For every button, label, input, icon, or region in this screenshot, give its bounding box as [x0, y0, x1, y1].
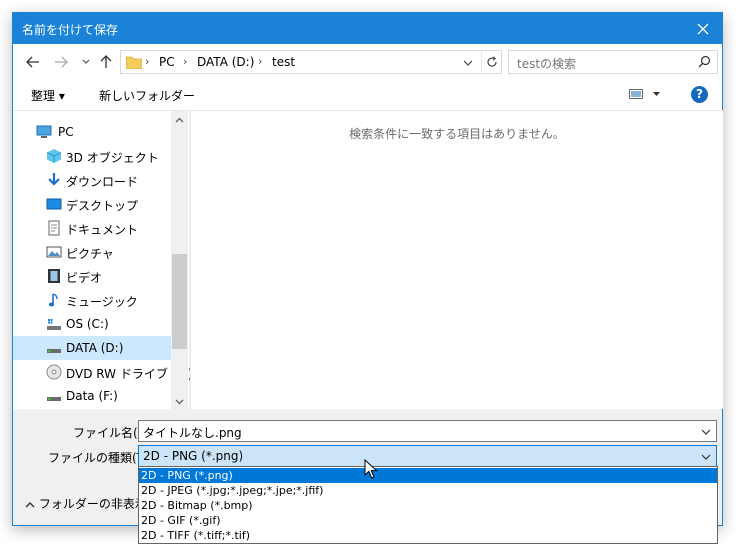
filename-input[interactable]: タイトルなし.png [143, 424, 242, 441]
filetype-option-png[interactable]: 2D - PNG (*.png) [139, 468, 717, 483]
refresh-icon [486, 56, 497, 67]
drive-icon [47, 349, 61, 353]
chevron-right-icon: › [145, 55, 150, 68]
file-list-pane[interactable]: 検索条件に一致する項目はありません。 [190, 110, 723, 409]
chevron-down-icon[interactable] [461, 56, 475, 70]
chevron-right-icon: › [258, 55, 263, 68]
change-view-button[interactable] [629, 88, 661, 103]
download-icon [48, 173, 60, 186]
filetype-option-jpeg[interactable]: 2D - JPEG (*.jpg;*.jpeg;*.jpe;*.jfif) [139, 483, 717, 498]
nav-item-label: ドキュメント [66, 223, 139, 237]
hide-folders-label: フォルダーの非表示 [38, 497, 147, 511]
breadcrumb-pc[interactable]: PC [159, 55, 175, 69]
navpane-scrollbar[interactable] [171, 111, 188, 410]
chevron-down-icon [175, 399, 184, 404]
breadcrumb-test[interactable]: test [272, 55, 295, 69]
close-icon [697, 23, 709, 34]
drive-icon [47, 397, 61, 401]
view-icon [629, 89, 660, 99]
nav-item-label: Data (F:) [66, 389, 118, 403]
mouse-cursor-icon [364, 459, 378, 479]
filename-combobox[interactable]: タイトルなし.png [138, 420, 717, 442]
filetype-option-tiff[interactable]: 2D - TIFF (*.tiff;*.tif) [139, 528, 717, 543]
chevron-right-icon: › [183, 55, 188, 68]
chevron-up-icon [25, 502, 35, 508]
scroll-thumb[interactable] [172, 254, 187, 349]
navigation-pane: PC 3D オブジェクト ダウンロード デスクトップ ドキュメント ピクチャ ビ… [13, 110, 193, 410]
filetype-select[interactable]: 2D - PNG (*.png) [138, 445, 717, 467]
scroll-up-button[interactable] [171, 111, 188, 128]
forward-button[interactable] [53, 54, 69, 70]
chevron-down-icon [82, 59, 90, 64]
video-icon [48, 269, 60, 283]
music-icon [48, 293, 58, 307]
filetype-dropdown-list: 2D - PNG (*.png) 2D - JPEG (*.jpg;*.jpeg… [138, 466, 718, 544]
nav-item-label: PC [58, 125, 74, 139]
nav-item-data-d[interactable]: DATA (D:) [13, 336, 171, 360]
help-button[interactable]: ? [691, 86, 708, 103]
save-as-dialog: 名前を付けて保存 › PC › DATA (D:) › test testの検索… [12, 12, 723, 526]
nav-item-documents[interactable]: ドキュメント [13, 216, 171, 240]
back-button[interactable] [25, 54, 41, 70]
drive-os-icon [47, 319, 61, 330]
nav-item-videos[interactable]: ビデオ [13, 264, 171, 288]
chevron-down-icon[interactable] [699, 425, 713, 439]
nav-item-pc[interactable]: PC [13, 120, 171, 144]
scroll-down-button[interactable] [171, 393, 188, 410]
nav-item-desktop[interactable]: デスクトップ [13, 192, 171, 216]
nav-item-data-f[interactable]: Data (F:) [13, 384, 171, 408]
cube-icon [46, 149, 62, 163]
command-bar: 整理 ▾ 新しいフォルダー ? [13, 80, 722, 110]
arrow-right-icon [55, 56, 68, 68]
pc-icon [36, 125, 52, 138]
nav-item-label: ピクチャ [66, 247, 114, 261]
arrow-up-icon [100, 55, 112, 68]
nav-item-label: デスクトップ [66, 199, 139, 213]
search-icon [698, 55, 711, 68]
hide-folders-button[interactable]: フォルダーの非表示 [25, 495, 147, 512]
search-box[interactable]: testの検索 [508, 50, 718, 74]
nav-item-os-drive[interactable]: OS (C:) [13, 312, 171, 336]
nav-item-label: ダウンロード [66, 175, 139, 189]
filetype-option-gif[interactable]: 2D - GIF (*.gif) [139, 513, 717, 528]
desktop-icon [46, 198, 62, 210]
chevron-up-icon [175, 117, 184, 122]
nav-item-pictures[interactable]: ピクチャ [13, 240, 171, 264]
search-placeholder: testの検索 [517, 57, 577, 71]
up-button[interactable] [98, 54, 114, 70]
new-folder-button[interactable]: 新しいフォルダー [99, 87, 195, 104]
refresh-button[interactable] [481, 52, 501, 72]
filetype-selected-value: 2D - PNG (*.png) [143, 449, 244, 463]
chevron-down-icon[interactable] [699, 450, 713, 464]
recent-locations-button[interactable] [78, 54, 94, 70]
dvd-icon [46, 364, 62, 380]
nav-item-label: OS (C:) [66, 317, 109, 331]
close-button[interactable] [684, 13, 722, 44]
picture-icon [46, 246, 62, 258]
filetype-option-bitmap[interactable]: 2D - Bitmap (*.bmp) [139, 498, 717, 513]
nav-item-music[interactable]: ミュージック [13, 288, 171, 312]
nav-item-label: ミュージック [66, 295, 138, 309]
empty-message: 検索条件に一致する項目はありません。 [349, 127, 565, 141]
navigation-bar: › PC › DATA (D:) › test testの検索 [13, 44, 722, 80]
address-bar[interactable]: › PC › DATA (D:) › test [120, 50, 502, 74]
nav-item-label: ビデオ [66, 271, 103, 285]
nav-item-downloads[interactable]: ダウンロード [13, 168, 171, 192]
nav-item-label: 3D オブジェクト [66, 151, 159, 165]
folder-icon [126, 56, 142, 69]
nav-item-label: DATA (D:) [66, 341, 124, 355]
nav-item-3d-objects[interactable]: 3D オブジェクト [13, 144, 171, 168]
breadcrumb-data-drive[interactable]: DATA (D:) [197, 55, 254, 69]
document-icon [48, 220, 60, 236]
nav-item-dvd-drive[interactable]: DVD RW ドライブ (E:) [13, 360, 193, 384]
organize-button[interactable]: 整理 ▾ [31, 87, 65, 104]
window-title: 名前を付けて保存 [22, 23, 119, 37]
title-bar: 名前を付けて保存 [13, 13, 722, 44]
arrow-left-icon [26, 56, 39, 68]
